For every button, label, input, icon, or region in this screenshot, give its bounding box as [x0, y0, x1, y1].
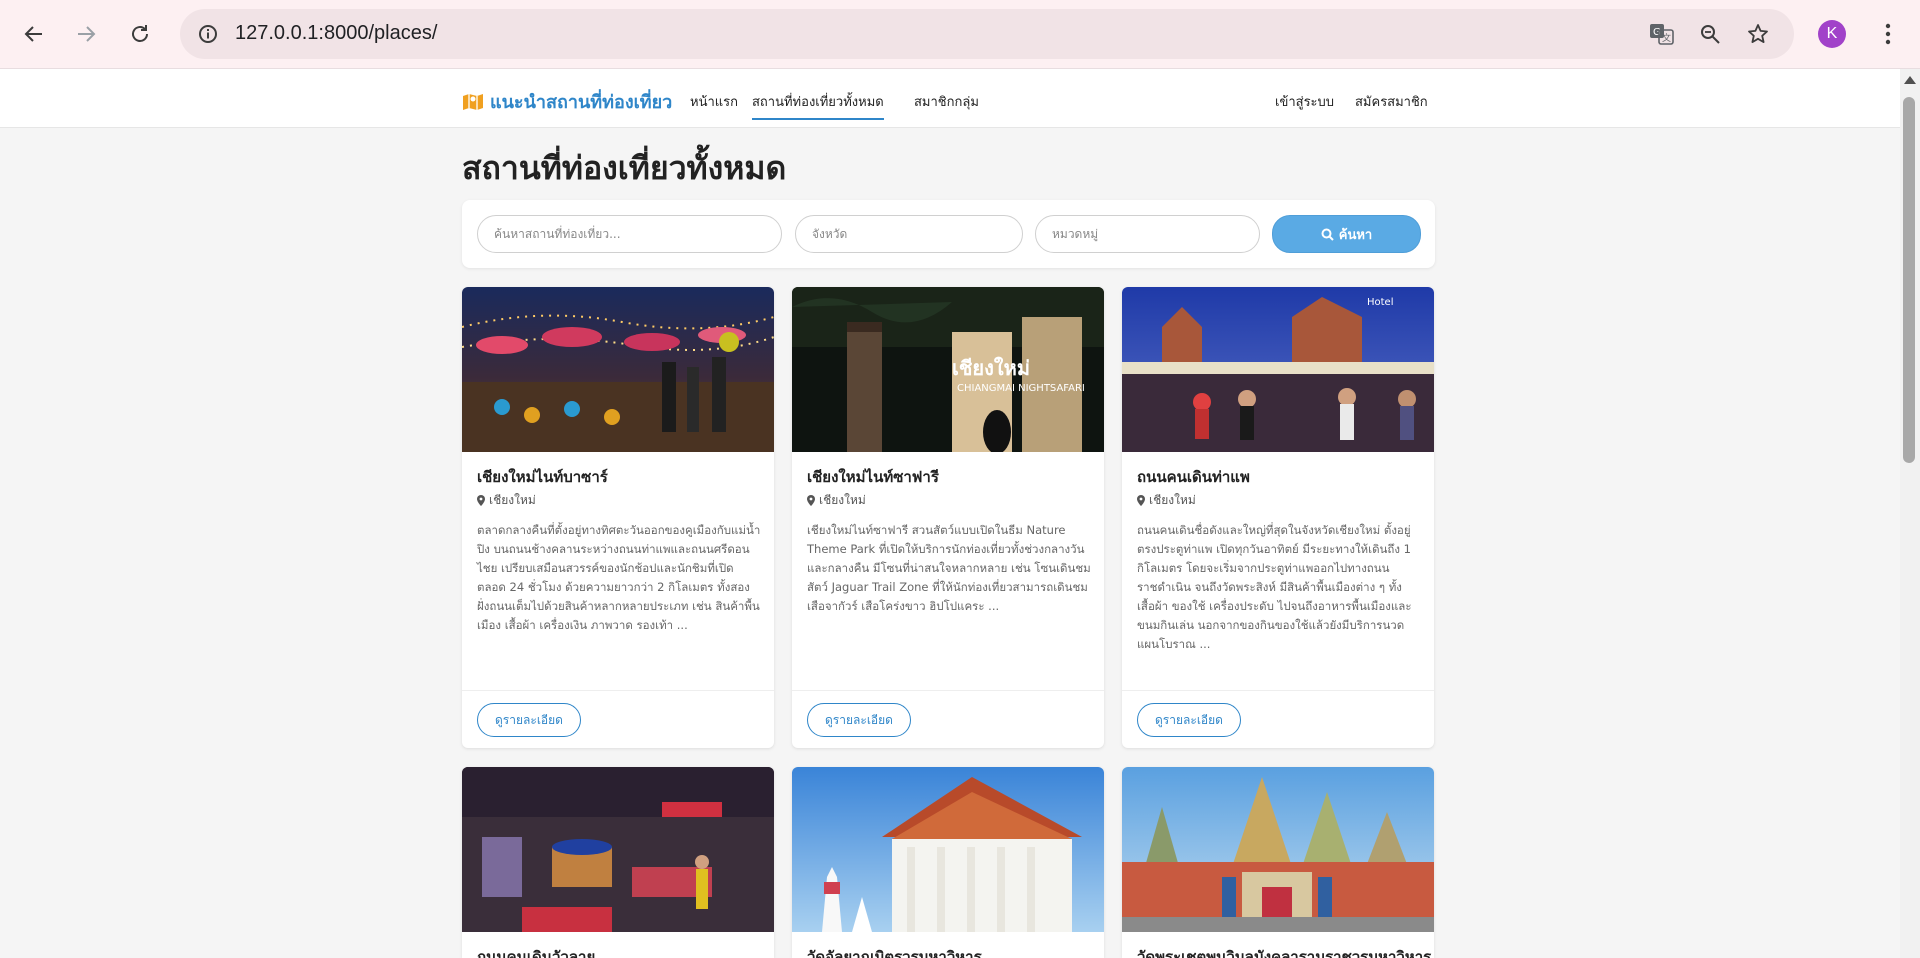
card-location: เชียงใหม่: [807, 491, 866, 510]
browser-toolbar: 127.0.0.1:8000/places/ G文 K: [0, 0, 1920, 69]
view-details-button[interactable]: ดูรายละเอียด: [477, 703, 581, 737]
forward-icon[interactable]: [66, 14, 106, 54]
brand-logo[interactable]: แนะนำสถานที่ท่องเที่ยว: [462, 87, 672, 116]
address-bar[interactable]: 127.0.0.1:8000/places/ G文: [180, 9, 1794, 59]
card-description: ตลาดกลางคืนที่ตั้งอยู่ทางทิศตะวันออกของค…: [477, 523, 761, 632]
svg-text:文: 文: [1662, 32, 1671, 44]
site-info-icon[interactable]: [192, 18, 224, 50]
search-input[interactable]: [477, 215, 782, 253]
view-details-button[interactable]: ดูรายละเอียด: [807, 703, 911, 737]
search-button[interactable]: ค้นหา: [1272, 215, 1421, 253]
place-card: Hotel ถนนคนเดินท่าแพ เชียงใหม่ ถนนคนเดิน…: [1122, 287, 1434, 748]
wat-pho-photo: [1122, 767, 1434, 932]
reload-icon[interactable]: [120, 14, 160, 54]
card-title[interactable]: ถนนคนเดินวัวลาย: [477, 945, 595, 958]
place-card: เชียงใหม่ไนท์บาซาร์ เชียงใหม่ ตลาดกลางคื…: [462, 287, 774, 748]
place-card: วัดอัลยาณมิตรวรมหาวิหาร: [792, 767, 1104, 958]
brand-name: แนะนำสถานที่ท่องเที่ยว: [490, 92, 673, 113]
url-text[interactable]: 127.0.0.1:8000/places/: [235, 22, 437, 45]
card-description: เชียงใหม่ไนท์ซาฟารี สวนสัตว์แบบเปิดในธีม…: [807, 523, 1091, 613]
profile-avatar[interactable]: K: [1818, 20, 1846, 48]
place-card: เชียงใหม่ CHIANGMAI NIGHTSAFARI เชียงใหม…: [792, 287, 1104, 748]
night-bazaar-photo: [462, 287, 774, 452]
page-title: สถานที่ท่องเที่ยวทั้งหมด: [462, 149, 787, 187]
card-title[interactable]: เชียงใหม่ไนท์ซาฟารี: [807, 465, 939, 489]
wat-kanlayanamit-photo: [792, 767, 1104, 932]
wualai-walking-street-photo: [462, 767, 774, 932]
card-location-text: เชียงใหม่: [489, 493, 536, 507]
card-description: ถนนคนเดินชื่อดังและใหญ่ที่สุดในจังหวัดเช…: [1137, 523, 1412, 651]
nav-home[interactable]: หน้าแรก: [690, 91, 738, 112]
map-marker-icon: [477, 495, 485, 506]
map-icon: [463, 93, 483, 110]
svg-text:Hotel: Hotel: [1367, 297, 1394, 308]
search-button-label: ค้นหา: [1338, 227, 1373, 243]
nav-all-places[interactable]: สถานที่ท่องเที่ยวทั้งหมด: [752, 91, 884, 120]
province-field[interactable]: [795, 215, 1023, 253]
view-details-button[interactable]: ดูรายละเอียด: [1137, 703, 1241, 737]
place-card: ถนนคนเดินวัวลาย: [462, 767, 774, 958]
zoom-icon[interactable]: [1694, 18, 1726, 50]
search-panel: ค้นหา: [462, 200, 1435, 268]
card-location-text: เชียงใหม่: [1149, 493, 1196, 507]
translate-icon[interactable]: G文: [1646, 18, 1678, 50]
night-safari-photo: เชียงใหม่ CHIANGMAI NIGHTSAFARI: [792, 287, 1104, 452]
card-location-text: เชียงใหม่: [819, 493, 866, 507]
card-divider: [462, 690, 774, 691]
tha-phae-walking-street-photo: Hotel: [1122, 287, 1434, 452]
card-title[interactable]: วัดพระเชตุพนวิมลมังคลารามราชวรมหาวิหาร: [1137, 945, 1431, 958]
card-title[interactable]: วัดอัลยาณมิตรวรมหาวิหาร: [807, 945, 982, 958]
search-icon: [1321, 228, 1334, 241]
more-menu-icon[interactable]: [1872, 18, 1904, 50]
scrollbar-thumb[interactable]: [1903, 97, 1915, 463]
card-divider: [1122, 690, 1434, 691]
map-marker-icon: [1137, 495, 1145, 506]
back-icon[interactable]: [14, 14, 54, 54]
map-marker-icon: [807, 495, 815, 506]
category-field[interactable]: [1035, 215, 1260, 253]
card-location: เชียงใหม่: [477, 491, 536, 510]
site-navbar: แนะนำสถานที่ท่องเที่ยว หน้าแรก สถานที่ท่…: [0, 69, 1900, 128]
bookmark-star-icon[interactable]: [1742, 18, 1774, 50]
card-location: เชียงใหม่: [1137, 491, 1196, 510]
nav-members[interactable]: สมาชิกกลุ่ม: [914, 91, 979, 112]
svg-text:เชียงใหม่: เชียงใหม่: [952, 356, 1030, 380]
card-title[interactable]: ถนนคนเดินท่าแพ: [1137, 465, 1250, 489]
place-card: วัดพระเชตุพนวิมลมังคลารามราชวรมหาวิหาร: [1122, 767, 1434, 958]
scroll-up-icon[interactable]: [1904, 76, 1916, 84]
nav-register[interactable]: สมัครสมาชิก: [1355, 91, 1428, 112]
card-divider: [792, 690, 1104, 691]
nav-login[interactable]: เข้าสู่ระบบ: [1275, 91, 1334, 112]
svg-text:CHIANGMAI NIGHTSAFARI: CHIANGMAI NIGHTSAFARI: [957, 383, 1085, 394]
card-title[interactable]: เชียงใหม่ไนท์บาซาร์: [477, 465, 608, 489]
